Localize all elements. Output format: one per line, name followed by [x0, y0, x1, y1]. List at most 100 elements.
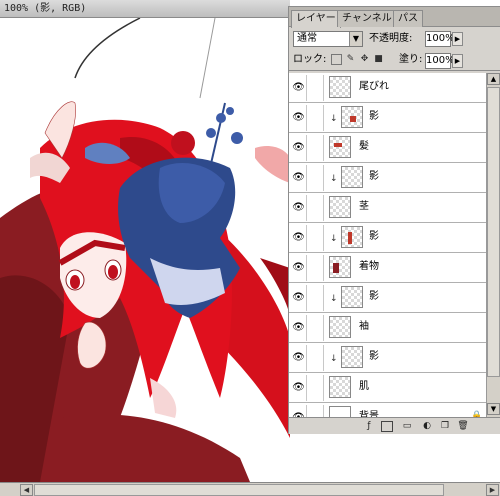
link-toggle[interactable] [308, 405, 324, 417]
link-toggle[interactable] [308, 255, 324, 281]
link-toggle[interactable] [308, 75, 324, 101]
layer-thumbnail [329, 316, 351, 338]
delete-layer-icon[interactable]: 🗑 [457, 421, 469, 432]
visibility-toggle[interactable]: 👁 [291, 105, 307, 131]
layer-row[interactable]: 👁 ↓ 影 [289, 343, 486, 373]
document-title[interactable]: 100% (影, RGB) [0, 0, 290, 18]
blend-mode-value: 通常 [297, 33, 317, 44]
visibility-toggle[interactable]: 👁 [291, 225, 307, 251]
visibility-toggle[interactable]: 👁 [291, 255, 307, 281]
link-toggle[interactable] [308, 105, 324, 131]
link-toggle[interactable] [308, 375, 324, 401]
visibility-toggle[interactable]: 👁 [291, 405, 307, 417]
visibility-toggle[interactable]: 👁 [291, 285, 307, 311]
tab-channels[interactable]: チャンネル [337, 10, 397, 27]
layer-mask-icon[interactable] [381, 421, 393, 432]
link-toggle[interactable] [308, 315, 324, 341]
layer-row[interactable]: 👁 ↓ 影 [289, 103, 486, 133]
fill-arrow-icon[interactable]: ▶ [452, 54, 463, 68]
visibility-toggle[interactable]: 👁 [291, 375, 307, 401]
layer-thumbnail [341, 226, 363, 248]
palette-bottom-bar: ƒ ▭ ◐ ❐ 🗑 [289, 417, 500, 434]
layer-thumbnail [341, 166, 363, 188]
scroll-left-icon[interactable]: ◀ [20, 484, 33, 496]
layer-name: 影 [369, 351, 379, 362]
layers-palette: レイヤー チャンネル パス 通常 ▼ 不透明度: 100% ▶ ロック: ✎ ✥… [288, 6, 500, 434]
visibility-toggle[interactable]: 👁 [291, 195, 307, 221]
tab-paths[interactable]: パス [393, 10, 423, 27]
visibility-toggle[interactable]: 👁 [291, 165, 307, 191]
eye-icon: 👁 [292, 172, 305, 183]
layer-row[interactable]: 👁 ↓ 影 [289, 283, 486, 313]
layer-row[interactable]: 👁 髪 [289, 133, 486, 163]
visibility-toggle[interactable]: 👁 [291, 315, 307, 341]
layer-thumbnail [329, 196, 351, 218]
layer-name: 影 [369, 291, 379, 302]
layer-name: 影 [369, 171, 379, 182]
layer-name: 茎 [359, 201, 369, 212]
link-toggle[interactable] [308, 285, 324, 311]
clip-arrow-icon: ↓ [330, 174, 338, 184]
lock-all-icon[interactable]: ■ [373, 54, 384, 65]
clip-arrow-icon: ↓ [330, 114, 338, 124]
horizontal-scrollbar[interactable]: ◀ ▶ [0, 482, 500, 496]
layer-name: 髪 [359, 141, 369, 152]
link-toggle[interactable] [308, 225, 324, 251]
link-toggle[interactable] [308, 195, 324, 221]
layer-list[interactable]: 👁 尾びれ 👁 ↓ 影 👁 髪 👁 ↓ 影 👁 茎 👁 ↓ 影 👁 着物 👁 ↓… [289, 73, 486, 417]
visibility-toggle[interactable]: 👁 [291, 345, 307, 371]
clip-arrow-icon: ↓ [330, 234, 338, 244]
blend-mode-select[interactable]: 通常 ▼ [293, 31, 363, 47]
visibility-toggle[interactable]: 👁 [291, 75, 307, 101]
link-toggle[interactable] [308, 165, 324, 191]
scroll-up-icon[interactable]: ▲ [487, 73, 500, 85]
palette-tabs: レイヤー チャンネル パス [289, 7, 500, 28]
layer-row[interactable]: 👁 茎 [289, 193, 486, 223]
layer-thumbnail [329, 76, 351, 98]
new-layer-icon[interactable]: ❐ [439, 421, 451, 432]
tab-layers[interactable]: レイヤー [291, 10, 341, 28]
clip-arrow-icon: ↓ [330, 294, 338, 304]
link-toggle[interactable] [308, 345, 324, 371]
layer-thumbnail [341, 106, 363, 128]
layer-style-icon[interactable]: ƒ [363, 421, 375, 432]
layer-name: 背景 [359, 411, 379, 417]
layer-row[interactable]: 👁 袖 [289, 313, 486, 343]
lock-transparency-icon[interactable] [331, 54, 342, 65]
fill-input[interactable]: 100% [425, 53, 455, 69]
layer-row[interactable]: 👁 肌 [289, 373, 486, 403]
layer-name: 影 [369, 111, 379, 122]
eye-icon: 👁 [292, 352, 305, 363]
opacity-label: 不透明度: [369, 33, 413, 44]
layer-row[interactable]: 👁 尾びれ [289, 73, 486, 103]
eye-icon: 👁 [292, 142, 305, 153]
layer-name: 肌 [359, 381, 369, 392]
layers-scrollbar[interactable]: ▲ ▼ [486, 73, 500, 417]
link-toggle[interactable] [308, 135, 324, 161]
eye-icon: 👁 [292, 232, 305, 243]
eye-icon: 👁 [292, 112, 305, 123]
new-group-icon[interactable]: ▭ [401, 421, 413, 432]
opacity-arrow-icon[interactable]: ▶ [452, 32, 463, 46]
horizontal-scroll-thumb[interactable] [34, 484, 444, 496]
layer-row[interactable]: 👁 ↓ 影 [289, 163, 486, 193]
visibility-toggle[interactable]: 👁 [291, 135, 307, 161]
fill-label: 塗り: [399, 54, 423, 65]
lock-label: ロック: [293, 54, 327, 65]
layers-scroll-thumb[interactable] [487, 87, 500, 377]
adjustment-layer-icon[interactable]: ◐ [421, 421, 433, 432]
opacity-input[interactable]: 100% [425, 31, 455, 47]
scroll-down-icon[interactable]: ▼ [487, 403, 500, 415]
layer-thumbnail [329, 376, 351, 398]
lock-paint-icon[interactable]: ✎ [345, 54, 356, 65]
layer-thumbnail [341, 346, 363, 368]
layer-thumbnail [329, 256, 351, 278]
eye-icon: 👁 [292, 82, 305, 93]
clip-arrow-icon: ↓ [330, 354, 338, 364]
scroll-right-icon[interactable]: ▶ [486, 484, 499, 496]
layer-row[interactable]: 👁 ↓ 影 [289, 223, 486, 253]
layer-name: 影 [369, 231, 379, 242]
layer-row[interactable]: 👁 着物 [289, 253, 486, 283]
lock-move-icon[interactable]: ✥ [359, 54, 370, 65]
layer-row[interactable]: 👁 背景 🔒 [289, 403, 486, 417]
